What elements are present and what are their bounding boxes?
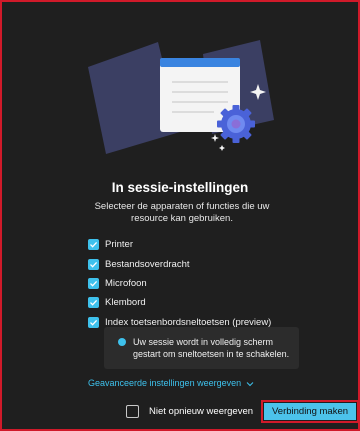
settings-illustration <box>88 32 278 162</box>
dialog-subtitle: Selecteer de apparaten of functies die u… <box>94 201 270 224</box>
option-label: Klembord <box>105 297 146 309</box>
checkmark-icon <box>90 280 98 287</box>
checkbox-file-transfer[interactable] <box>88 258 99 270</box>
option-file-transfer[interactable]: Bestandsoverdracht <box>88 254 271 273</box>
option-label: Printer <box>105 239 133 251</box>
option-clipboard[interactable]: Klembord <box>88 293 271 312</box>
checkbox-printer[interactable] <box>88 239 99 251</box>
info-text: Uw sessie wordt in volledig scherm gesta… <box>133 337 290 359</box>
info-icon <box>118 338 126 346</box>
checkbox-keyboard-shortcuts[interactable] <box>88 316 99 328</box>
options-list: Printer Bestandsoverdracht Microfoon Kle… <box>88 235 271 332</box>
dialog-title: In sessie-instellingen <box>111 180 249 195</box>
checkmark-icon <box>90 261 98 268</box>
checkmark-icon <box>90 242 98 248</box>
checkbox-clipboard[interactable] <box>88 297 99 309</box>
window-titlebar <box>160 58 240 67</box>
connect-button[interactable]: Verbinding maken <box>264 403 356 420</box>
chevron-down-icon <box>246 381 253 386</box>
option-label: Microfoon <box>105 277 147 289</box>
dialog-frame: In sessie-instellingen Selecteer de appa… <box>0 0 360 431</box>
dont-show-again-checkbox[interactable] <box>126 405 139 418</box>
dont-show-again-label: Niet opnieuw weergeven <box>149 406 254 417</box>
info-box: Uw sessie wordt in volledig scherm gesta… <box>104 327 299 369</box>
advanced-settings-link[interactable]: Geavanceerde instellingen weergeven <box>88 378 254 388</box>
sparkle-icon <box>211 134 219 142</box>
sparkle-icon <box>219 145 225 151</box>
option-microphone[interactable]: Microfoon <box>88 274 271 293</box>
dont-show-again-option[interactable]: Niet opnieuw weergeven <box>126 405 253 418</box>
checkbox-microphone[interactable] <box>88 277 99 289</box>
checkmark-icon <box>90 300 98 306</box>
gear-icon <box>217 105 255 143</box>
checkmark-icon <box>90 319 98 326</box>
option-printer[interactable]: Printer <box>88 235 271 254</box>
advanced-settings-label: Geavanceerde instellingen weergeven <box>88 378 242 388</box>
option-label: Bestandsoverdracht <box>105 258 190 270</box>
